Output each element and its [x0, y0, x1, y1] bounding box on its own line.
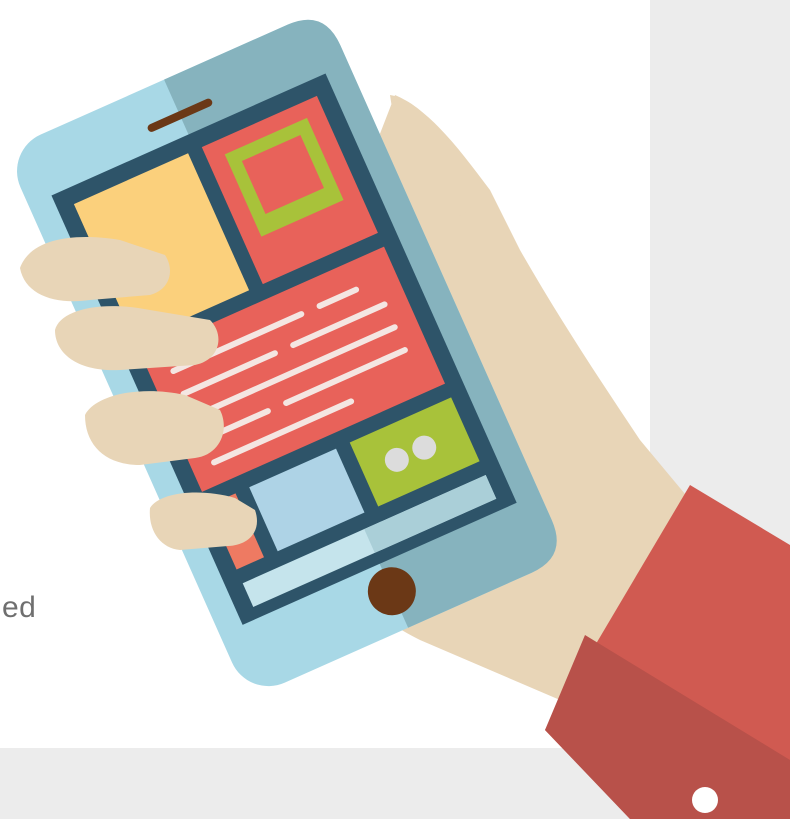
hand-holding-phone-icon — [17, 19, 790, 819]
cuff-button — [692, 787, 718, 813]
